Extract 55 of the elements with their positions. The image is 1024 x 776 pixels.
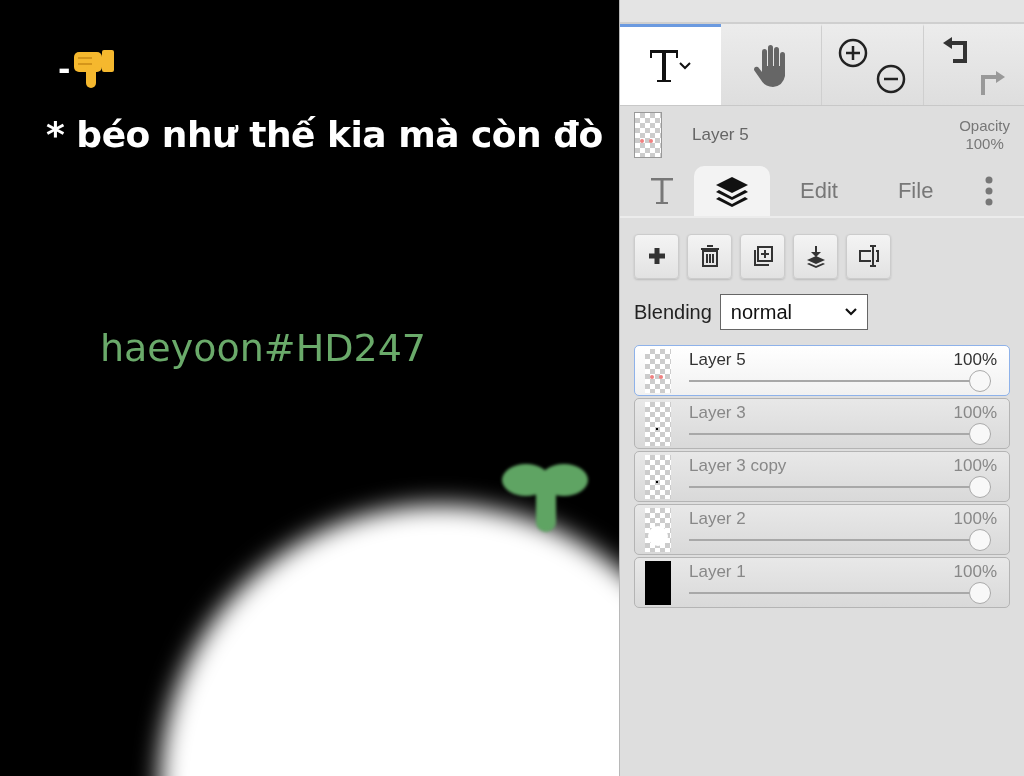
opacity-value: 100%: [953, 455, 997, 476]
layer-thumbnail: [645, 348, 671, 393]
opacity-label: Opacity: [959, 117, 1010, 135]
signature-text: haeyoon#HD247: [100, 326, 427, 370]
layer-name: Layer 3: [689, 402, 746, 423]
rename-layer-button[interactable]: [846, 234, 891, 279]
layer-row[interactable]: Layer 3 100%: [634, 398, 1010, 449]
layer-thumbnail: [645, 401, 671, 446]
slider-thumb[interactable]: [969, 528, 991, 551]
layer-name: Layer 3 copy: [689, 455, 787, 476]
layer-thumbnail: [634, 112, 662, 158]
rename-icon: [857, 244, 880, 269]
layers-tab[interactable]: [694, 166, 770, 216]
text-icon: [650, 176, 674, 206]
layer-name: Layer 1: [689, 561, 746, 582]
layer-row[interactable]: Layer 1 100%: [634, 557, 1010, 608]
opacity-value: 100%: [953, 402, 997, 423]
slider-thumb[interactable]: [969, 369, 991, 392]
opacity-value: 100%: [953, 508, 997, 529]
layer-name: Layer 5: [692, 125, 750, 145]
delete-layer-button[interactable]: [687, 234, 732, 279]
layer-name: Layer 2: [689, 508, 746, 529]
blending-dropdown[interactable]: normal: [719, 294, 868, 330]
layer-row[interactable]: Layer 2 100%: [634, 504, 1010, 555]
slider-thumb[interactable]: [969, 475, 991, 498]
layers-icon: [714, 175, 750, 207]
thumbs-down-icon: [72, 48, 117, 90]
layer-row[interactable]: Layer 3 copy 100%: [634, 451, 1010, 502]
trash-icon: [698, 244, 721, 269]
dash-text: -: [58, 51, 71, 87]
blending-label: Blending: [634, 300, 712, 324]
menu-tab[interactable]: File: [867, 166, 964, 216]
drawing-canvas[interactable]: - * béo như thế kia mà còn đò haeyoon#HD247: [0, 0, 619, 776]
add-layer-button[interactable]: [634, 234, 679, 279]
zoom-in-icon[interactable]: [837, 37, 870, 69]
more-icon: [985, 176, 994, 206]
menu-tab[interactable]: Edit: [770, 166, 868, 216]
layer-thumbnail: [645, 507, 671, 552]
slider-thumb[interactable]: [969, 422, 991, 445]
opacity-value: 100%: [953, 349, 997, 370]
text-tool-button[interactable]: [620, 24, 721, 105]
duplicate-layer-button[interactable]: [740, 234, 785, 279]
caret-icon: [679, 62, 692, 70]
zoom-out-icon[interactable]: [875, 63, 908, 95]
caret-icon: [844, 308, 857, 316]
layer-thumbnail: [645, 560, 671, 605]
layer-row[interactable]: Layer 5 100%: [634, 345, 1010, 396]
duplicate-icon: [751, 244, 774, 269]
merge-down-button[interactable]: [793, 234, 838, 279]
layer-name: Layer 5: [689, 349, 746, 370]
opacity-value: 100%: [953, 561, 997, 582]
caption-text: * béo như thế kia mà còn đò: [46, 114, 603, 155]
layer-thumbnail: [645, 454, 671, 499]
slider-thumb[interactable]: [969, 581, 991, 604]
opacity-value: 100%: [965, 135, 1004, 153]
